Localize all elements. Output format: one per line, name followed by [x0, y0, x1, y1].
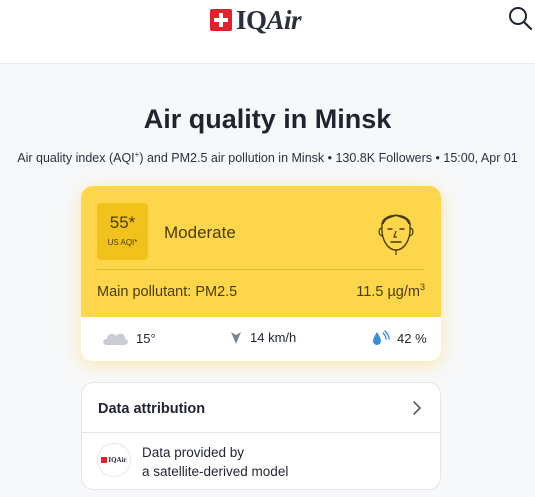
swiss-flag-icon [210, 9, 232, 31]
top-navbar: IQAir [0, 0, 535, 64]
face-moderate-icon [374, 204, 418, 256]
source-line-2: a satellite-derived model [142, 464, 289, 479]
aqi-value: 55* [109, 213, 136, 232]
weather-humidity: 42 % [372, 330, 427, 346]
swiss-flag-icon [101, 457, 108, 463]
search-icon[interactable] [506, 4, 534, 32]
source-line-1: Data provided by [142, 445, 245, 460]
humidity-value: 42 % [397, 330, 427, 346]
pollutant-concentration: 11.5 µg/m3 [356, 282, 425, 300]
temperature-value: 15° [136, 330, 156, 346]
aqi-status: Moderate [164, 223, 236, 242]
logo-text: IQAir [236, 4, 302, 35]
wind-value: 14 km/h [250, 330, 297, 345]
data-attribution-title: Data attribution [98, 401, 206, 417]
main-pollutant: Main pollutant: PM2.5 [97, 284, 238, 300]
chevron-right-icon[interactable] [412, 400, 422, 421]
weather-wind: 14 km/h [229, 330, 296, 345]
aqi-card: 55* US AQI* Moderate Main pollutant: PM2… [81, 186, 441, 361]
aqi-unit: US AQI* [107, 238, 138, 247]
cloud-icon [103, 333, 128, 345]
source-logo-text: IQAir [108, 456, 127, 464]
iqair-logo[interactable]: IQAir [210, 4, 302, 35]
aqi-card-header: 55* US AQI* Moderate Main pollutant: PM2… [81, 186, 441, 317]
page-subtitle: Air quality index (AQI+) and PM2.5 air p… [17, 150, 518, 166]
data-attribution-card: Data attribution IQAir Data provided by … [81, 382, 441, 490]
weather-strip: 15° 14 km/h 42 % [81, 317, 441, 361]
page-title: Air quality in Minsk [143, 104, 392, 134]
aqi-value-box: 55* US AQI* [97, 203, 148, 260]
humidity-icon [373, 330, 390, 345]
data-attribution-header[interactable]: Data attribution [82, 383, 440, 433]
wind-direction-icon [231, 331, 241, 344]
source-logo: IQAir [97, 443, 131, 477]
weather-temperature: 15° [101, 330, 156, 346]
aqi-card-divider [97, 269, 425, 270]
